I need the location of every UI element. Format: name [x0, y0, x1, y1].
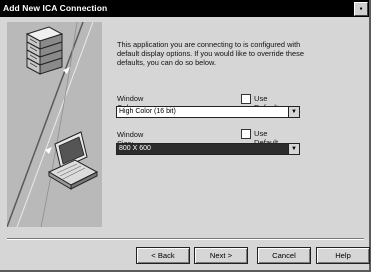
colors-use-default-checkbox[interactable] — [241, 94, 251, 104]
wizard-illustration — [6, 21, 102, 228]
back-button[interactable]: < Back — [136, 247, 190, 264]
cancel-button[interactable]: Cancel — [257, 247, 311, 264]
title-bar-button[interactable]: ▪ — [354, 2, 368, 16]
next-button[interactable]: Next > — [194, 247, 248, 264]
window-size-select[interactable]: 800 X 600 ▼ — [116, 143, 300, 155]
description-text: This application you are connecting to i… — [117, 40, 304, 67]
dropdown-arrow-icon[interactable]: ▼ — [288, 107, 299, 117]
title-bar: Add New ICA Connection ▪ — [0, 0, 369, 17]
button-separator — [7, 238, 364, 240]
window-size-value: 800 X 600 — [119, 145, 151, 152]
window-title: Add New ICA Connection — [3, 3, 108, 13]
size-use-default-checkbox[interactable] — [241, 129, 251, 139]
server-stack-icon — [25, 26, 64, 75]
window-colors-value: High Color (16 bit) — [119, 108, 176, 115]
dialog-window: Add New ICA Connection ▪ This applicatio… — [0, 0, 371, 272]
dropdown-arrow-icon[interactable]: ▼ — [288, 144, 299, 154]
window-colors-select[interactable]: High Color (16 bit) ▼ — [116, 106, 300, 118]
help-button[interactable]: Help — [316, 247, 370, 264]
